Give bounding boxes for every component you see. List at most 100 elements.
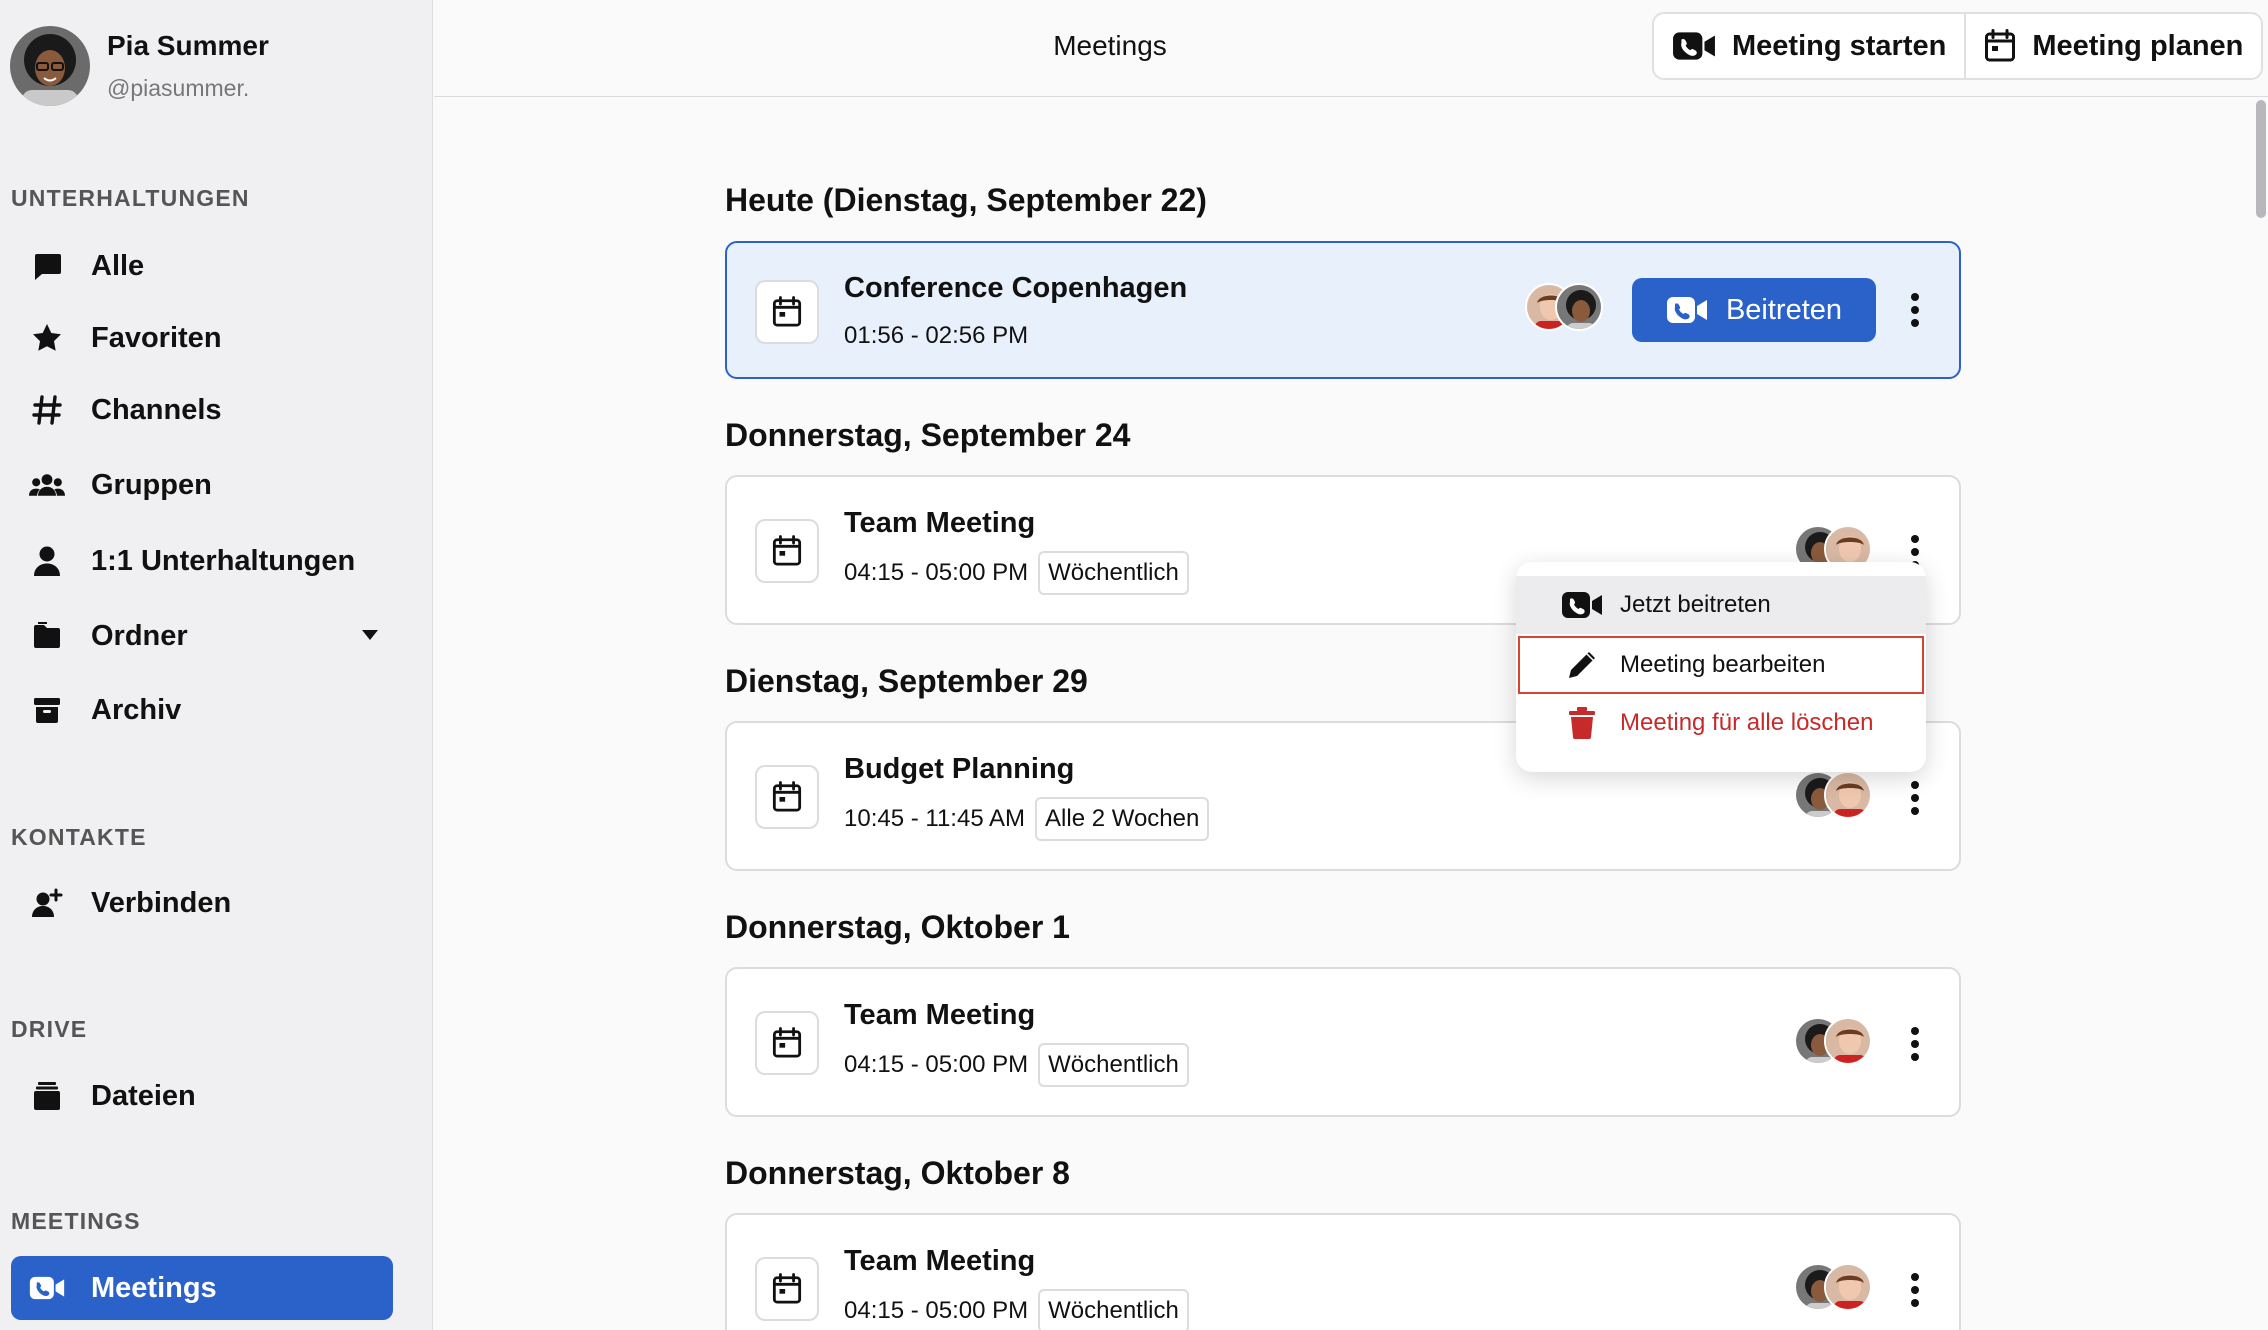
- participant-avatars: [1794, 1017, 1872, 1065]
- recurrence-badge: Alle 2 Wochen: [1035, 797, 1210, 841]
- more-options-icon[interactable]: [1900, 1268, 1930, 1312]
- plan-meeting-button[interactable]: Meeting planen: [1964, 14, 2261, 78]
- star-icon: [29, 320, 65, 356]
- user-handle: @piasummer.: [107, 75, 250, 101]
- meeting-time: 01:56 - 02:56 PM: [844, 322, 1028, 350]
- recurrence-badge: Wöchentlich: [1038, 1043, 1189, 1087]
- sidebar-item-groups[interactable]: Gruppen: [11, 453, 393, 517]
- participant-avatars: [1794, 771, 1872, 819]
- meeting-title: Conference Copenhagen: [844, 272, 1188, 304]
- sidebar-item-archive[interactable]: Archiv: [11, 678, 393, 742]
- more-options-icon[interactable]: [1900, 776, 1930, 820]
- day-heading: Donnerstag, Oktober 8: [725, 1155, 1070, 1191]
- sidebar-item-meetings[interactable]: Meetings: [11, 1256, 393, 1320]
- menu-item-label: Meeting für alle löschen: [1620, 709, 1874, 736]
- participant-avatars: [1794, 1263, 1872, 1311]
- meeting-title: Team Meeting: [844, 999, 1036, 1031]
- menu-item-label: Meeting bearbeiten: [1620, 651, 1826, 678]
- add-person-icon: [29, 885, 65, 921]
- group-icon: [29, 467, 65, 503]
- calendar-icon: [755, 519, 819, 583]
- participant-avatars: [1525, 283, 1603, 331]
- pencil-icon: [1560, 648, 1604, 682]
- meeting-title: Team Meeting: [844, 1245, 1036, 1277]
- sidebar-item-connect[interactable]: Verbinden: [11, 871, 393, 935]
- meeting-time-text: 04:15 - 05:00 PM: [844, 1051, 1029, 1078]
- sidebar-item-label: Meetings: [91, 1271, 217, 1304]
- section-meetings: MEETINGS: [11, 1208, 141, 1234]
- video-call-icon: [1673, 32, 1715, 60]
- meeting-title: Team Meeting: [844, 507, 1036, 539]
- person-icon: [29, 543, 65, 579]
- recurrence-badge: Wöchentlich: [1038, 551, 1189, 595]
- avatar: [1824, 1263, 1872, 1311]
- sidebar-item-favorites[interactable]: Favoriten: [11, 306, 393, 370]
- sidebar-item-label: Archiv: [91, 693, 182, 726]
- calendar-icon: [755, 1011, 819, 1075]
- sidebar-item-label: 1:1 Unterhaltungen: [91, 544, 356, 577]
- sidebar-item-label: Verbinden: [91, 886, 232, 919]
- meeting-time-text: 04:15 - 05:00 PM: [844, 1297, 1029, 1324]
- menu-item-join-now[interactable]: Jetzt beitreten: [1516, 576, 1926, 634]
- video-call-icon: [1666, 297, 1707, 323]
- avatar: [1824, 771, 1872, 819]
- sidebar-item-label: Ordner: [91, 619, 188, 652]
- sidebar-item-one-on-one[interactable]: 1:1 Unterhaltungen: [11, 529, 393, 593]
- menu-item-label: Jetzt beitreten: [1620, 591, 1771, 618]
- sidebar-item-all[interactable]: Alle: [11, 234, 393, 298]
- day-heading: Donnerstag, September 24: [725, 417, 1131, 453]
- calendar-icon: [755, 280, 819, 344]
- start-meeting-label: Meeting starten: [1732, 29, 1947, 62]
- calendar-icon: [755, 765, 819, 829]
- join-button-label: Beitreten: [1725, 293, 1843, 326]
- recurrence-badge: Wöchentlich: [1038, 1289, 1189, 1330]
- page-title: Meetings: [1053, 30, 1167, 61]
- chevron-down-icon[interactable]: [361, 628, 379, 646]
- chat-bubble-icon: [29, 248, 65, 284]
- section-conversations: UNTERHALTUNGEN: [11, 185, 250, 211]
- trash-icon: [1560, 707, 1604, 739]
- meeting-time: 04:15 - 05:00 PM Wöchentlich: [844, 551, 1189, 595]
- sidebar-item-folders[interactable]: Ordner: [11, 604, 393, 668]
- section-contacts: KONTAKTE: [11, 824, 147, 850]
- meeting-time: 04:15 - 05:00 PM Wöchentlich: [844, 1289, 1189, 1330]
- sidebar: Pia Summer @piasummer. UNTERHALTUNGEN Al…: [0, 0, 433, 1330]
- meeting-time-text: 04:15 - 05:00 PM: [844, 559, 1029, 586]
- sidebar-item-files[interactable]: Dateien: [11, 1064, 393, 1128]
- scrollbar-thumb[interactable]: [2256, 100, 2266, 218]
- sidebar-item-label: Favoriten: [91, 321, 222, 354]
- hashtag-icon: [29, 392, 65, 428]
- archive-box-icon: [29, 692, 65, 728]
- user-profile[interactable]: Pia Summer @piasummer.: [10, 26, 269, 106]
- meeting-time-text: 01:56 - 02:56 PM: [844, 322, 1029, 349]
- day-heading: Donnerstag, Oktober 1: [725, 909, 1070, 945]
- avatar: [1824, 1017, 1872, 1065]
- meeting-card[interactable]: Team Meeting 04:15 - 05:00 PM Wöchentlich: [725, 967, 1961, 1117]
- more-options-icon[interactable]: [1900, 288, 1930, 332]
- folder-icon: [29, 618, 65, 654]
- meeting-context-menu: Jetzt beitreten Meeting bearbeiten Meeti…: [1516, 562, 1926, 772]
- join-button[interactable]: Beitreten: [1632, 278, 1876, 342]
- sidebar-item-channels[interactable]: Channels: [11, 378, 393, 442]
- menu-item-delete-for-all[interactable]: Meeting für alle löschen: [1516, 694, 1926, 752]
- avatar: [1555, 283, 1603, 331]
- top-header: Meetings Meeting starten Meeting planen: [434, 0, 2268, 97]
- meeting-time: 10:45 - 11:45 AM Alle 2 Wochen: [844, 797, 1210, 841]
- section-drive: DRIVE: [11, 1016, 88, 1042]
- meeting-card[interactable]: Team Meeting 04:15 - 05:00 PM Wöchentlich: [725, 1213, 1961, 1330]
- sidebar-item-label: Alle: [91, 249, 145, 282]
- meeting-title: Budget Planning: [844, 753, 1075, 785]
- user-name: Pia Summer: [107, 30, 269, 61]
- video-call-icon: [1560, 590, 1604, 620]
- meeting-time: 04:15 - 05:00 PM Wöchentlich: [844, 1043, 1189, 1087]
- start-meeting-button[interactable]: Meeting starten: [1654, 14, 1964, 78]
- calendar-icon: [1985, 29, 2016, 62]
- sidebar-item-label: Dateien: [91, 1079, 196, 1112]
- meeting-card-current[interactable]: Conference Copenhagen 01:56 - 02:56 PM B…: [725, 241, 1961, 379]
- calendar-icon: [755, 1257, 819, 1321]
- menu-item-edit-meeting[interactable]: Meeting bearbeiten: [1518, 636, 1924, 694]
- header-actions: Meeting starten Meeting planen: [1652, 12, 2264, 80]
- more-options-icon[interactable]: [1900, 1022, 1930, 1066]
- sidebar-item-label: Gruppen: [91, 468, 212, 501]
- files-stack-icon: [29, 1078, 65, 1114]
